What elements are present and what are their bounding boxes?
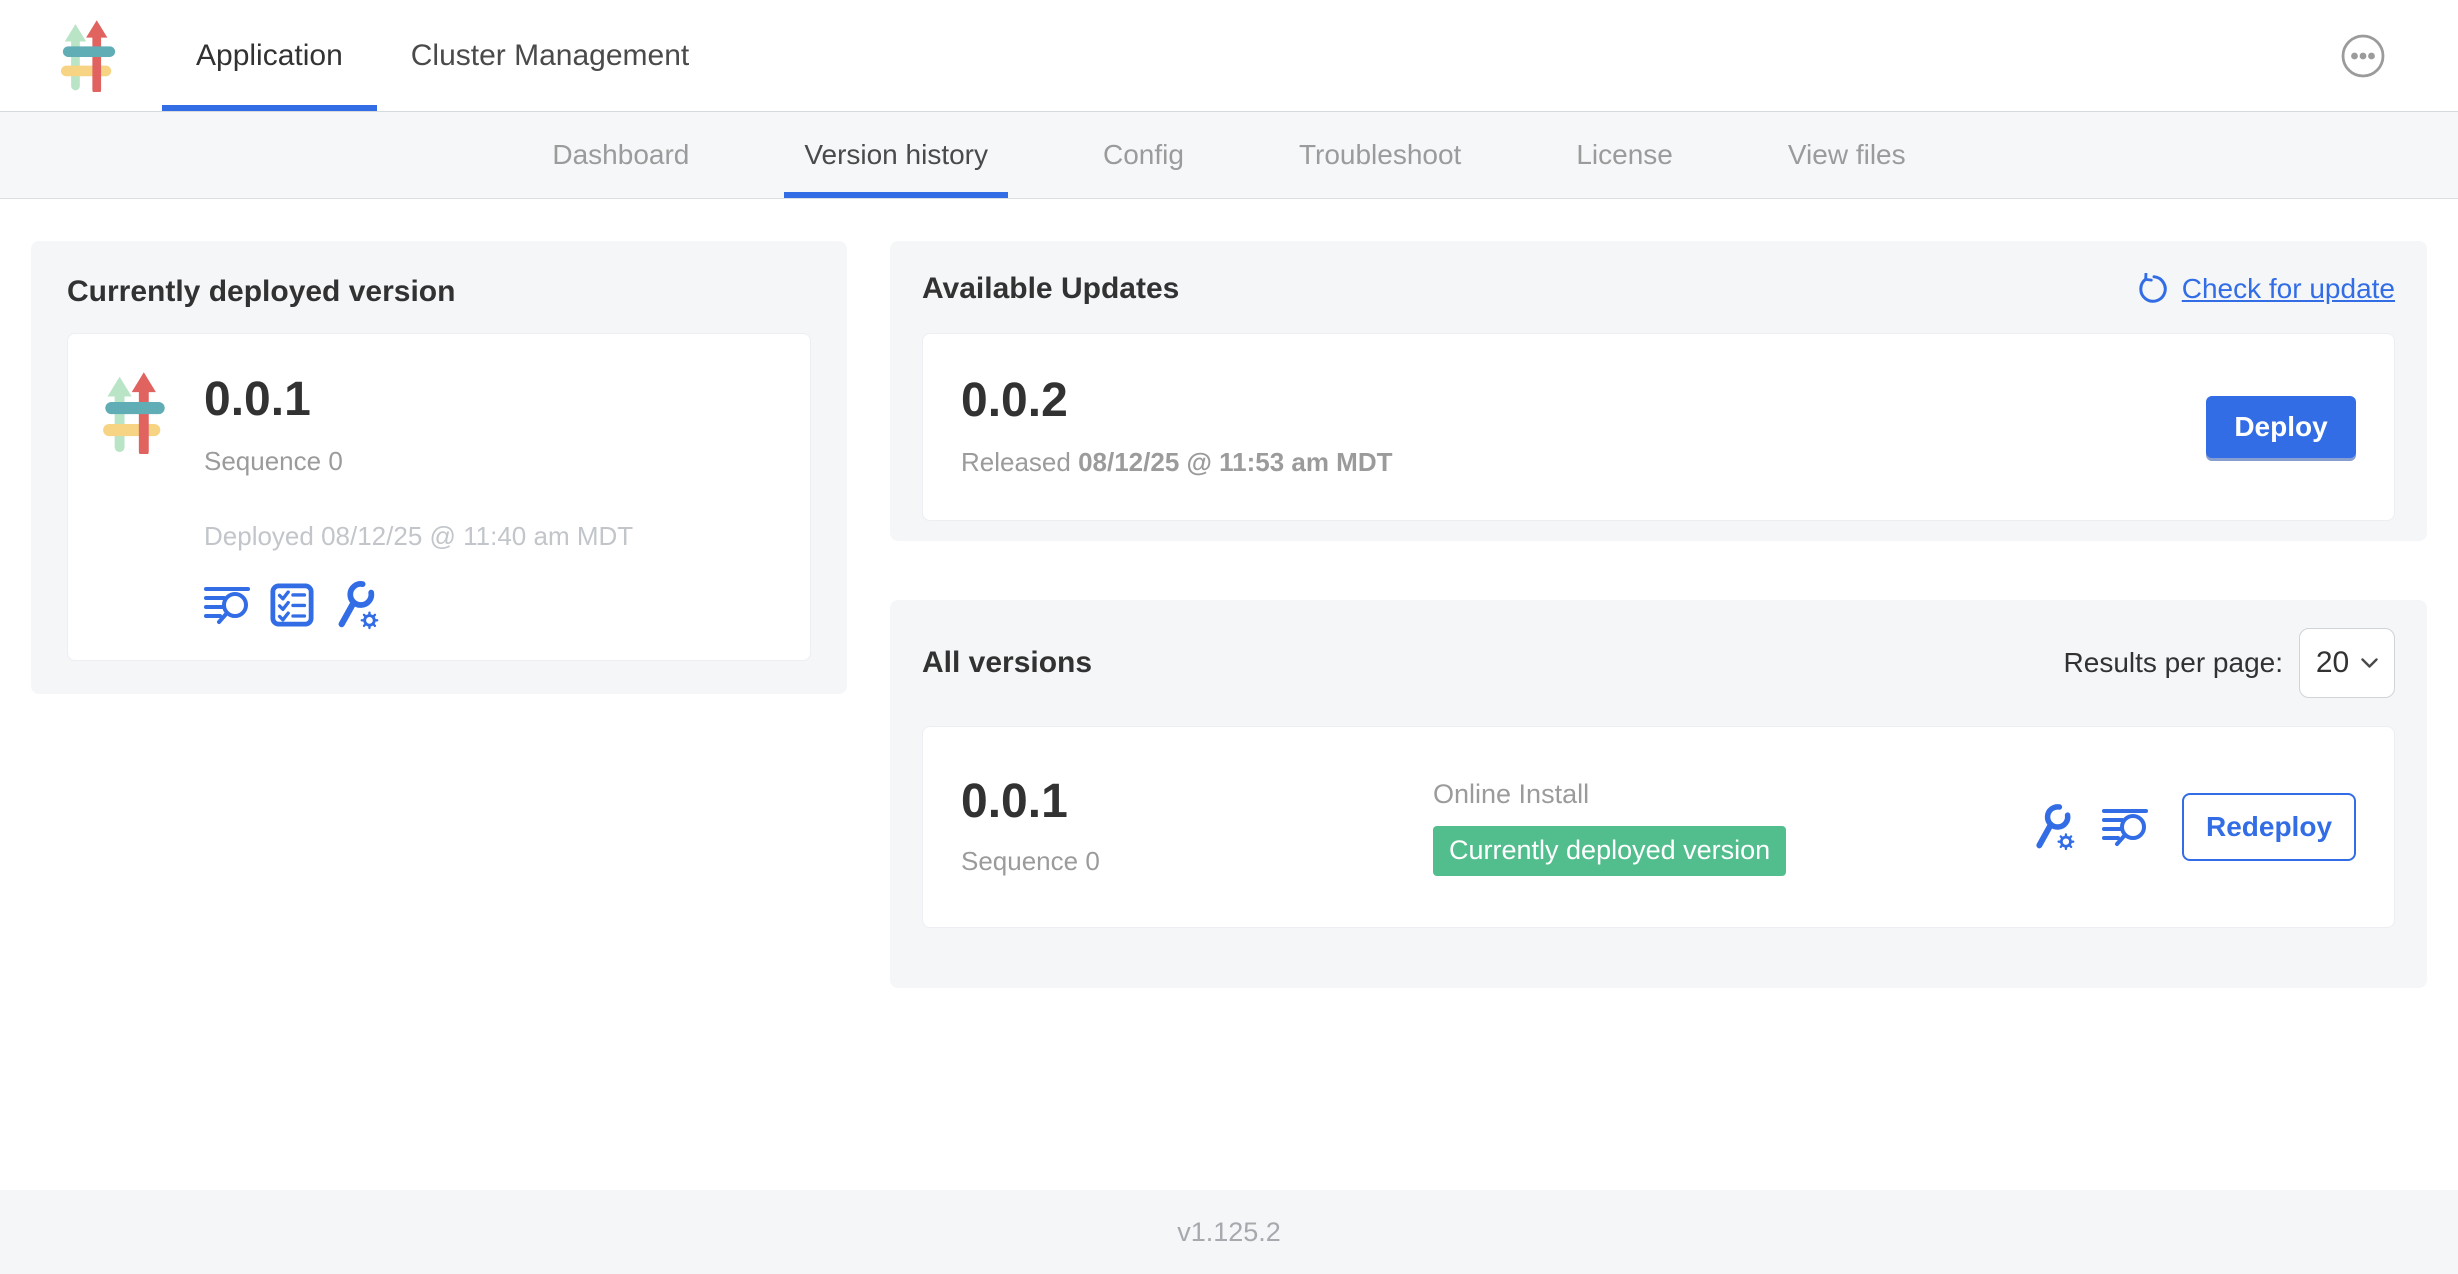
console-version: v1.125.2 xyxy=(1177,1217,1281,1248)
deployed-version-number: 0.0.1 xyxy=(204,376,633,424)
update-released-line: Released 08/12/25 @ 11:53 am MDT xyxy=(961,447,1393,478)
available-updates-title: Available Updates xyxy=(922,272,1179,306)
deploy-button[interactable]: Deploy xyxy=(2206,396,2356,458)
app-logo-icon xyxy=(102,372,168,454)
update-version-number: 0.0.2 xyxy=(961,377,1393,425)
app-logo xyxy=(60,0,118,111)
deployed-version-actions xyxy=(204,580,633,630)
all-versions-header: All versions Results per page: 20 xyxy=(922,628,2395,698)
top-tabs: Application Cluster Management xyxy=(162,0,723,111)
right-column: Available Updates Check for update 0.0.2… xyxy=(890,241,2427,1190)
released-prefix: Released xyxy=(961,447,1078,477)
install-type-label: Online Install xyxy=(1433,779,2032,810)
app-subnav: Dashboard Version history Config Trouble… xyxy=(0,112,2458,199)
redeploy-button[interactable]: Redeploy xyxy=(2182,793,2356,861)
deployed-version-info: 0.0.1 Sequence 0 Deployed 08/12/25 @ 11:… xyxy=(204,364,633,630)
release-notes-button[interactable] xyxy=(204,584,250,626)
edit-config-button[interactable] xyxy=(334,580,380,630)
currently-deployed-panel: Currently deployed version 0.0.1 Sequenc… xyxy=(31,241,847,694)
edit-config-button[interactable] xyxy=(2032,803,2076,851)
refresh-icon xyxy=(2137,273,2169,305)
currently-deployed-badge: Currently deployed version xyxy=(1433,826,1786,876)
all-versions-title: All versions xyxy=(922,646,1092,680)
subnav-item-dashboard[interactable]: Dashboard xyxy=(552,112,689,198)
check-for-update-link[interactable]: Check for update xyxy=(2137,273,2395,305)
deployed-timestamp: Deployed 08/12/25 @ 11:40 am MDT xyxy=(204,521,633,552)
deployed-sequence: Sequence 0 xyxy=(204,446,633,477)
release-notes-icon xyxy=(204,584,250,626)
version-history-page: Currently deployed version 0.0.1 Sequenc… xyxy=(0,199,2458,1190)
console-footer: v1.125.2 xyxy=(0,1190,2458,1274)
row-sequence: Sequence 0 xyxy=(961,846,1433,877)
check-for-update-label: Check for update xyxy=(2182,273,2395,305)
all-versions-panel: All versions Results per page: 20 0.0.1 … xyxy=(890,600,2427,988)
results-per-page: Results per page: 20 xyxy=(2064,628,2395,698)
release-notes-icon xyxy=(2102,806,2148,848)
chevron-down-icon xyxy=(2361,658,2378,669)
available-updates-panel: Available Updates Check for update 0.0.2… xyxy=(890,241,2427,541)
tab-cluster-management[interactable]: Cluster Management xyxy=(377,0,723,111)
edit-config-icon xyxy=(334,580,380,630)
available-updates-header: Available Updates Check for update xyxy=(922,267,2395,311)
update-info: 0.0.2 Released 08/12/25 @ 11:53 am MDT xyxy=(961,377,1393,478)
version-row: 0.0.1 Sequence 0 Online Install Currentl… xyxy=(922,726,2395,928)
top-navbar: Application Cluster Management xyxy=(0,0,2458,112)
topbar-spacer xyxy=(723,0,2340,111)
preflight-checks-button[interactable] xyxy=(270,583,314,627)
results-per-page-value: 20 xyxy=(2316,646,2349,680)
row-version-number: 0.0.1 xyxy=(961,778,1433,826)
currently-deployed-card: 0.0.1 Sequence 0 Deployed 08/12/25 @ 11:… xyxy=(67,333,811,661)
subnav-item-version-history[interactable]: Version history xyxy=(804,112,988,198)
results-per-page-select[interactable]: 20 xyxy=(2299,628,2395,698)
subnav-item-troubleshoot[interactable]: Troubleshoot xyxy=(1299,112,1461,198)
results-per-page-label: Results per page: xyxy=(2064,647,2283,679)
subnav-item-license[interactable]: License xyxy=(1576,112,1673,198)
edit-config-icon xyxy=(2032,803,2076,851)
subnav-item-view-files[interactable]: View files xyxy=(1788,112,1906,198)
version-row-status-col: Online Install Currently deployed versio… xyxy=(1433,779,2032,876)
released-date: 08/12/25 @ 11:53 am MDT xyxy=(1078,447,1392,477)
tab-application[interactable]: Application xyxy=(162,0,377,111)
available-update-card: 0.0.2 Released 08/12/25 @ 11:53 am MDT D… xyxy=(922,333,2395,521)
app-logo-icon xyxy=(60,20,118,92)
version-row-actions: Redeploy xyxy=(2032,793,2356,861)
preflight-checks-icon xyxy=(270,583,314,627)
subnav-item-config[interactable]: Config xyxy=(1103,112,1184,198)
ellipsis-icon xyxy=(2340,33,2386,79)
release-notes-button[interactable] xyxy=(2102,806,2148,848)
version-row-version-col: 0.0.1 Sequence 0 xyxy=(961,778,1433,877)
currently-deployed-title: Currently deployed version xyxy=(67,275,811,309)
overflow-menu-button[interactable] xyxy=(2340,33,2386,79)
